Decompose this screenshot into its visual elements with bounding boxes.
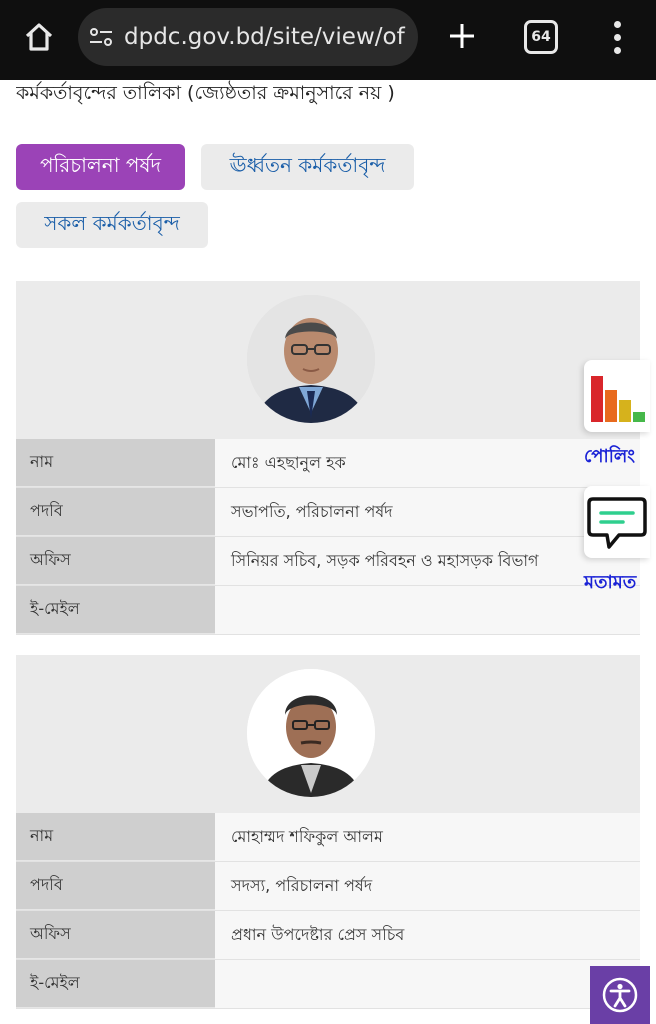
label-designation: পদবি [16, 488, 215, 536]
info-row-designation: পদবি সদস্য, পরিচালনা পর্ষদ [16, 862, 640, 911]
tab-senior-officials[interactable]: ঊর্ধ্বতন কর্মকর্তাবৃন্দ [201, 144, 414, 190]
official-card: নাম মোহাম্মদ শফিকুল আলম পদবি সদস্য, পরিচ… [16, 655, 640, 1009]
label-office: অফিস [16, 537, 215, 585]
poll-button[interactable] [584, 360, 650, 432]
plus-icon [450, 24, 474, 48]
info-row-office: অফিস সিনিয়র সচিব, সড়ক পরিবহন ও মহাসড়ক… [16, 537, 640, 586]
value-name: মোহাম্মদ শফিকুল আলম [215, 813, 640, 861]
value-designation: সদস্য, পরিচালনা পর্ষদ [215, 862, 640, 910]
bar-chart-icon [591, 376, 645, 422]
info-row-email: ই-মেইল [16, 960, 640, 1009]
feedback-button[interactable] [584, 486, 650, 558]
page-heading: কর্মকর্তাবৃন্দের তালিকা (জ্যেষ্ঠতার ক্রম… [16, 82, 395, 104]
value-name: মোঃ এহছানুল হক [215, 439, 640, 487]
info-row-email: ই-মেইল [16, 586, 640, 635]
label-designation: পদবি [16, 862, 215, 910]
address-bar[interactable]: dpdc.gov.bd/site/view/of [78, 8, 418, 66]
chat-bubble-icon [587, 497, 647, 549]
info-row-name: নাম মোহাম্মদ শফিকুল আলম [16, 813, 640, 862]
info-row-designation: পদবি সভাপতি, পরিচালনা পর্ষদ [16, 488, 640, 537]
value-email [215, 586, 640, 634]
poll-label[interactable]: পোলিং [584, 442, 656, 473]
official-photo [247, 669, 375, 797]
label-name: নাম [16, 439, 215, 487]
accessibility-icon [602, 977, 638, 1013]
feedback-label[interactable]: মতামত [584, 568, 656, 599]
value-email [215, 960, 640, 1008]
value-office: প্রধান উপদেষ্টার প্রেস সচিব [215, 911, 640, 959]
site-settings-icon [90, 28, 112, 46]
tab-switcher-button[interactable]: 64 [524, 20, 558, 54]
label-email: ই-মেইল [16, 960, 215, 1008]
poll-widget[interactable]: পোলিং [584, 360, 656, 473]
home-button[interactable] [18, 16, 60, 58]
more-vert-icon[interactable] [602, 16, 632, 58]
photo-area [16, 281, 640, 439]
new-tab-button[interactable] [442, 16, 482, 56]
photo-area [16, 655, 640, 813]
value-office: সিনিয়র সচিব, সড়ক পরিবহন ও মহাসড়ক বিভা… [215, 537, 640, 585]
official-card: নাম মোঃ এহছানুল হক পদবি সভাপতি, পরিচালনা… [16, 281, 640, 635]
home-icon [25, 23, 53, 51]
info-row-name: নাম মোঃ এহছানুল হক [16, 439, 640, 488]
info-row-office: অফিস প্রধান উপদেষ্টার প্রেস সচিব [16, 911, 640, 960]
official-photo [247, 295, 375, 423]
label-name: নাম [16, 813, 215, 861]
accessibility-button[interactable] [590, 966, 650, 1024]
label-office: অফিস [16, 911, 215, 959]
browser-toolbar: dpdc.gov.bd/site/view/of 64 [0, 0, 656, 80]
tab-count: 64 [531, 29, 551, 45]
tab-all-officials[interactable]: সকল কর্মকর্তাবৃন্দ [16, 202, 208, 248]
tab-board-of-directors[interactable]: পরিচালনা পর্ষদ [16, 144, 185, 190]
url-text: dpdc.gov.bd/site/view/of [124, 24, 405, 50]
label-email: ই-মেইল [16, 586, 215, 634]
value-designation: সভাপতি, পরিচালনা পর্ষদ [215, 488, 640, 536]
feedback-widget[interactable]: মতামত [584, 486, 656, 599]
